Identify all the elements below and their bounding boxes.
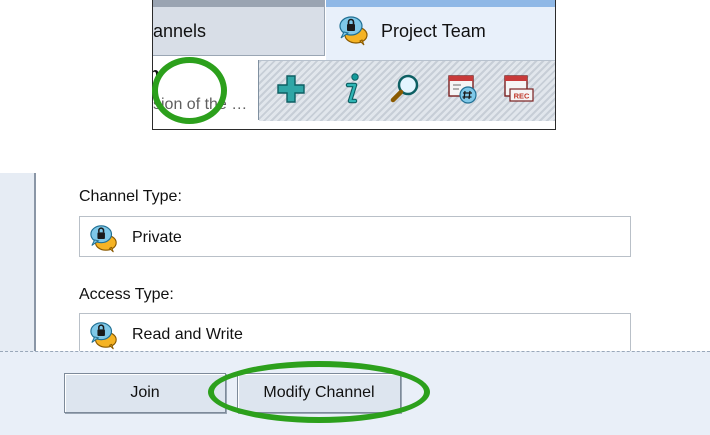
add-icon [276, 74, 306, 109]
modify-channel-button[interactable]: Modify Channel [237, 373, 401, 413]
channel-type-field: Private [79, 216, 631, 257]
record-button[interactable]: REC [501, 73, 537, 109]
tab-project-team[interactable]: Project Team [326, 0, 555, 60]
left-rail [0, 173, 36, 351]
info-button[interactable] [333, 72, 369, 111]
channel-number-icon [447, 73, 479, 110]
add-button[interactable] [273, 73, 309, 109]
channel-name-text: n [153, 64, 159, 84]
search-button[interactable] [387, 73, 423, 109]
info-icon [336, 72, 366, 111]
channel-type-value: Private [132, 229, 182, 246]
join-button[interactable]: Join [64, 373, 226, 413]
channel-header-panel: annels Project Team n sion of the … [152, 0, 556, 130]
record-icon: REC [503, 73, 535, 110]
rec-badge-text: REC [514, 91, 530, 100]
search-icon [389, 73, 421, 110]
channel-type-label: Channel Type: [79, 188, 182, 205]
access-type-field: Read and Write [79, 313, 631, 354]
locked-chat-icon [89, 223, 119, 258]
tab-channels[interactable]: annels [153, 0, 325, 56]
channel-toolbar: REC [259, 60, 555, 121]
channel-description-text: sion of the … [153, 96, 248, 113]
action-bar: Join Modify Channel [0, 351, 710, 435]
access-type-label: Access Type: [79, 286, 174, 303]
channel-details-panel: Channel Type: Private Access Type: Read … [0, 173, 710, 435]
tab-project-team-label: Project Team [381, 21, 486, 41]
access-type-value: Read and Write [132, 326, 243, 343]
locked-chat-icon [89, 320, 119, 355]
tab-channels-label: annels [153, 21, 207, 41]
channel-number-button[interactable] [445, 73, 481, 109]
channel-description: n sion of the … [153, 60, 259, 120]
locked-chat-icon [338, 14, 370, 51]
